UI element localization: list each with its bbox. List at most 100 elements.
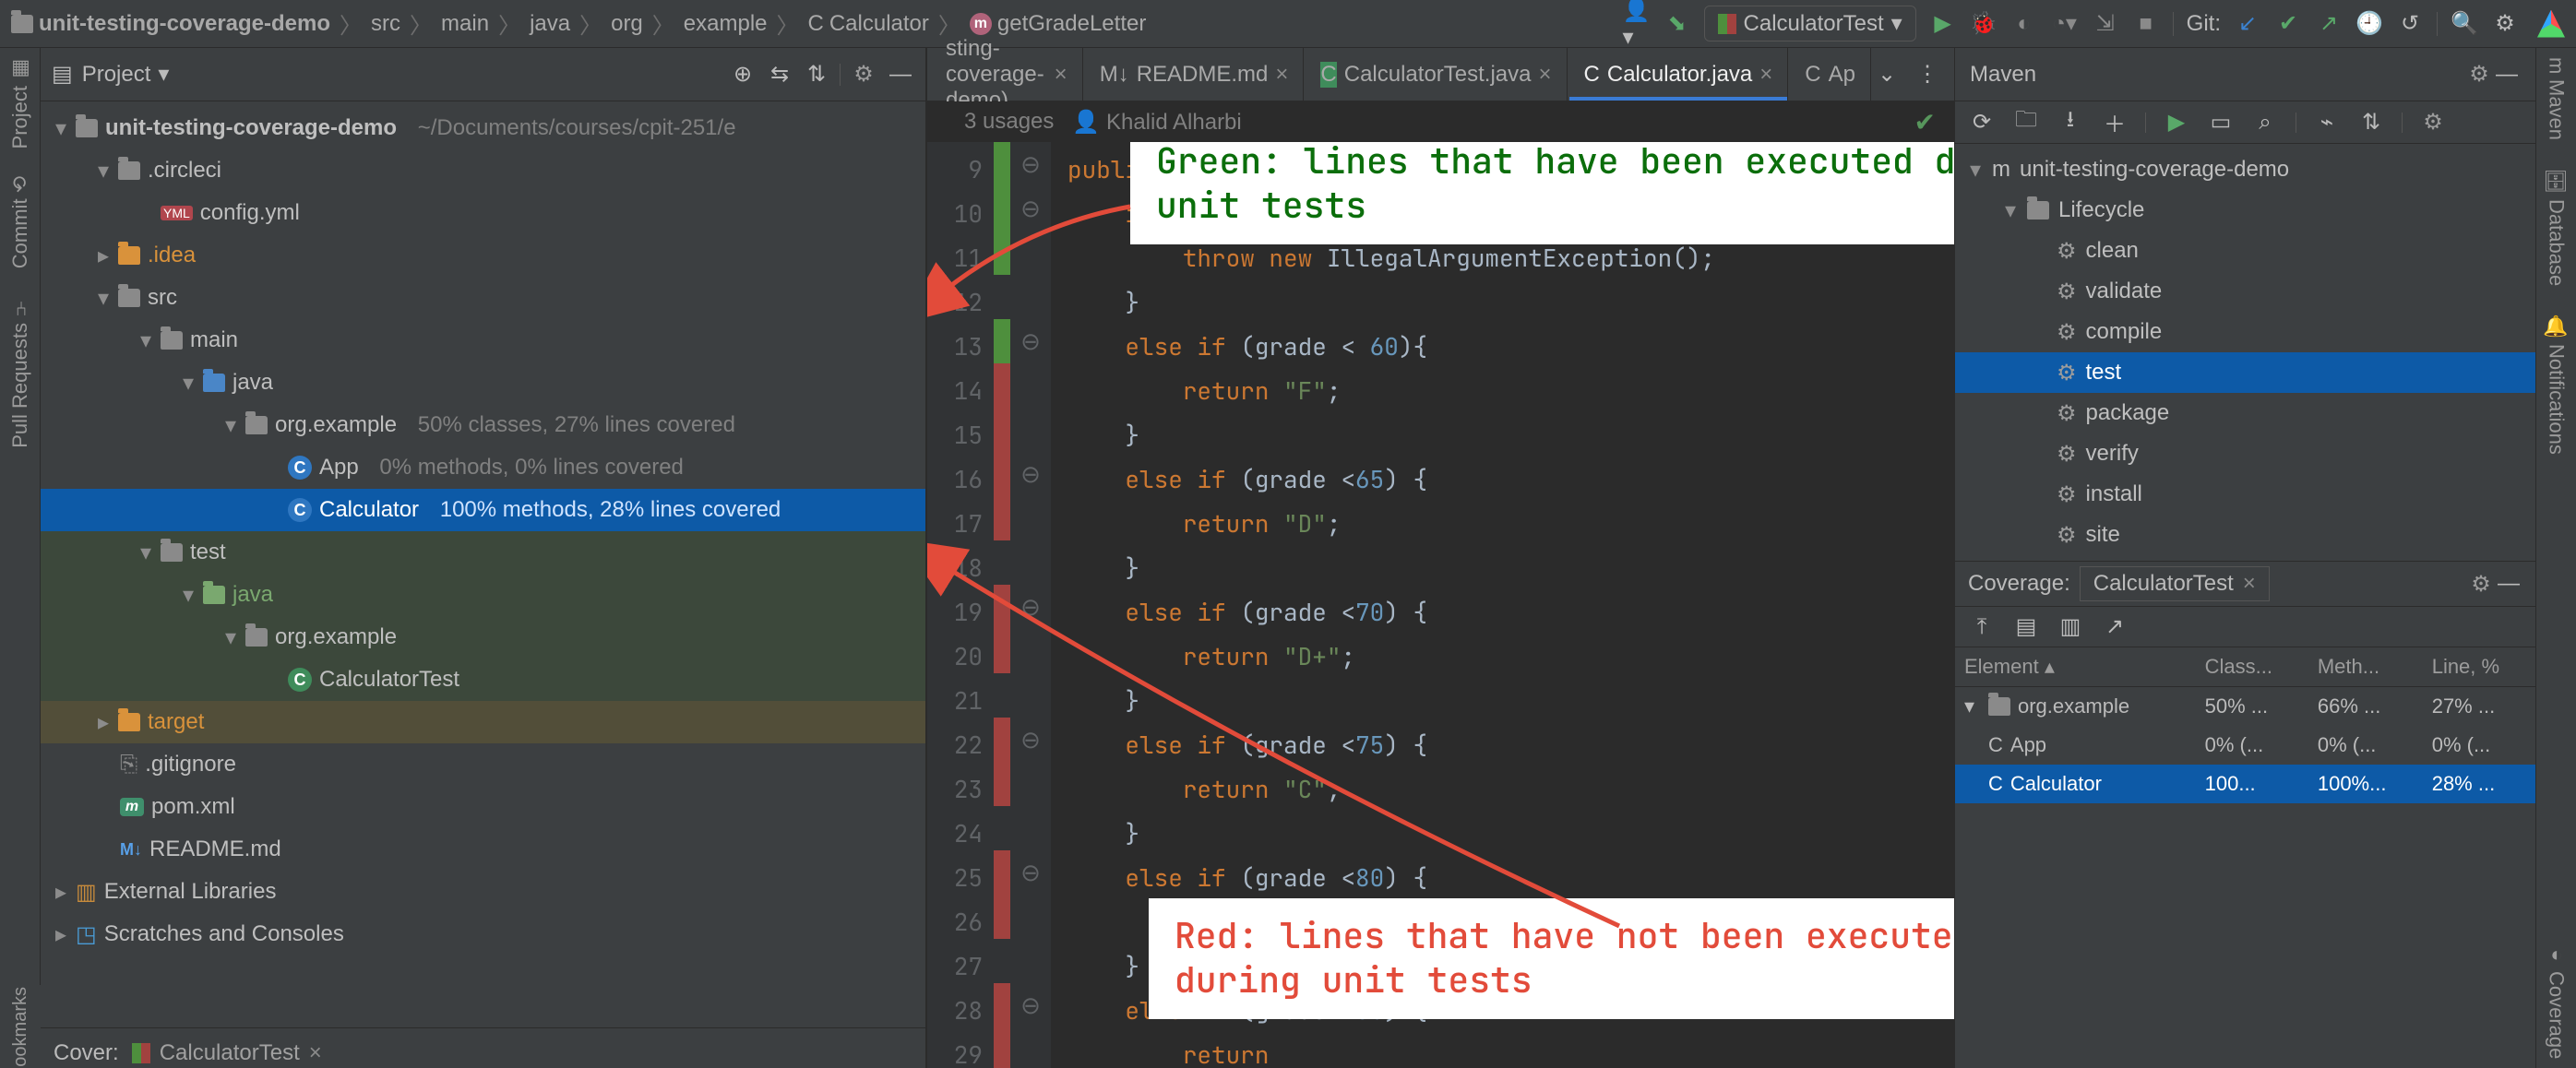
generate-sources-icon[interactable]: 🗀	[2012, 109, 2040, 136]
git-rollback-icon[interactable]: ↺	[2396, 10, 2424, 38]
author-hint[interactable]: 👤 Khalid Alharbi	[1072, 109, 1241, 136]
maven-goal-verify[interactable]: ⚙verify	[1955, 433, 2535, 474]
close-icon[interactable]: ×	[2243, 571, 2256, 597]
tree-pkg-test[interactable]: ▾org.example	[41, 616, 925, 659]
problems-ok-icon[interactable]: ✔	[1914, 107, 1936, 137]
tabs-more-icon[interactable]: ⋮	[1914, 61, 1941, 89]
tree-gitignore[interactable]: ⎘.gitignore	[41, 743, 925, 786]
coverage-col-method[interactable]: Meth...	[2308, 647, 2423, 687]
export-icon[interactable]: ↗	[2101, 613, 2129, 641]
profile-icon[interactable]: ◔▾	[2051, 10, 2079, 38]
tree-app[interactable]: CApp 0% methods, 0% lines covered	[41, 446, 925, 489]
breadcrumb-main[interactable]: main	[441, 11, 489, 37]
maven-settings-icon[interactable]: ⚙	[2419, 109, 2447, 136]
user-icon[interactable]: 👤▾	[1623, 10, 1651, 38]
close-icon[interactable]: ×	[1759, 62, 1772, 88]
tool-pull-requests[interactable]: Pull Requests ⑂	[8, 297, 32, 448]
tab-readme[interactable]: M↓README.md×	[1085, 48, 1305, 101]
tree-configyml[interactable]: YMLconfig.yml	[41, 192, 925, 234]
execute-goal-icon[interactable]: ▭	[2207, 109, 2235, 136]
tree-calculator[interactable]: CCalculator 100% methods, 28% lines cove…	[41, 489, 925, 531]
tool-commit[interactable]: Commit ⟲	[8, 176, 32, 268]
tree-test[interactable]: ▾test	[41, 531, 925, 574]
coverage-table[interactable]: Element ▴ Class... Meth... Line, % ▾org.…	[1955, 647, 2535, 803]
tree-pom[interactable]: mpom.xml	[41, 786, 925, 828]
breadcrumb-src[interactable]: src	[371, 11, 400, 37]
tree-java-test[interactable]: ▾java	[41, 574, 925, 616]
maven-goal-site[interactable]: ⚙site	[1955, 515, 2535, 555]
close-icon[interactable]: ×	[1539, 62, 1552, 88]
breadcrumb-method[interactable]: mgetGradeLetter	[970, 11, 1146, 37]
maven-goal-package[interactable]: ⚙package	[1955, 393, 2535, 433]
tool-maven[interactable]: m Maven	[2545, 57, 2569, 140]
tab-project-build[interactable]: sting-coverage-demo)×	[931, 48, 1083, 101]
project-tree[interactable]: ▾unit-testing-coverage-demo ~/Documents/…	[41, 101, 925, 1027]
tool-project[interactable]: Project ▦	[8, 57, 32, 148]
toggle-skip-tests-icon[interactable]: ⌕	[2251, 109, 2279, 136]
settings-gear-icon[interactable]: ⚙	[2491, 10, 2519, 38]
panel-settings-icon[interactable]: ⚙	[2467, 570, 2495, 598]
line-number-gutter[interactable]: 9101112131415161718192021222324252627282…	[927, 142, 994, 1068]
breadcrumb-java[interactable]: java	[530, 11, 570, 37]
filter-icon[interactable]: ▥	[2057, 613, 2084, 641]
tree-pkg[interactable]: ▾org.example 50% classes, 27% lines cove…	[41, 404, 925, 446]
panel-settings-icon[interactable]: ⚙	[2465, 61, 2493, 89]
locate-icon[interactable]: ⊕	[729, 61, 757, 89]
panel-settings-icon[interactable]: ⚙	[850, 61, 877, 89]
tree-idea[interactable]: ▸.idea	[41, 234, 925, 277]
tree-scratches[interactable]: ▸◳Scratches and Consoles	[41, 913, 925, 955]
tree-calctest[interactable]: CCalculatorTest	[41, 659, 925, 701]
tree-external-libraries[interactable]: ▸▥External Libraries	[41, 871, 925, 913]
run-icon[interactable]: ▶	[1929, 10, 1957, 38]
tab-calculator[interactable]: CCalculator.java×	[1569, 48, 1789, 101]
code-text[interactable]: public String getGradeLetter(int grade){…	[1051, 142, 1954, 1068]
coverage-run-icon[interactable]: ◐	[2010, 10, 2038, 38]
cover-run-chip[interactable]: CalculatorTest ×	[132, 1040, 322, 1066]
breadcrumb-org[interactable]: org	[611, 11, 643, 37]
reload-icon[interactable]: ⟳	[1968, 109, 1996, 136]
usages-hint[interactable]: 3 usages	[964, 109, 1054, 136]
folding-gutter[interactable]: ⊖⊖⊖⊖⊖⊖⊖⊖	[1010, 142, 1051, 1068]
breadcrumb-project[interactable]: unit-testing-coverage-demo	[11, 11, 330, 37]
collapse-all-icon[interactable]: ⇅	[803, 61, 830, 89]
flatten-icon[interactable]: ▤	[2012, 613, 2040, 641]
coverage-row[interactable]: CApp0% (...0% (...0% (...	[1955, 726, 2535, 765]
maven-goal-validate[interactable]: ⚙validate	[1955, 271, 2535, 312]
tabs-dropdown-icon[interactable]: ⌄	[1873, 61, 1901, 89]
breadcrumb-example[interactable]: example	[684, 11, 768, 37]
coverage-row[interactable]: CCalculator100...100%...28% ...	[1955, 765, 2535, 803]
maven-goal-compile[interactable]: ⚙compile	[1955, 312, 2535, 352]
coverage-gutter[interactable]	[994, 142, 1010, 1068]
panel-hide-icon[interactable]: —	[2493, 61, 2521, 89]
tool-coverage[interactable]: ◐ Coverage	[2545, 943, 2569, 1059]
maven-tree[interactable]: ▾munit-testing-coverage-demo ▾Lifecycle …	[1955, 144, 2535, 561]
tab-app[interactable]: CAp	[1790, 48, 1871, 101]
download-sources-icon[interactable]: ⭳	[2057, 109, 2084, 136]
debug-icon[interactable]: 🐞	[1970, 10, 1998, 38]
maven-root[interactable]: ▾munit-testing-coverage-demo	[1955, 149, 2535, 190]
tree-java-main[interactable]: ▾java	[41, 362, 925, 404]
git-update-icon[interactable]: ↙	[2234, 10, 2261, 38]
maven-goal-test[interactable]: ⚙test	[1955, 352, 2535, 393]
tool-notifications[interactable]: 🔔 Notifications	[2545, 314, 2569, 456]
tree-circleci[interactable]: ▾.circleci	[41, 149, 925, 192]
close-icon[interactable]: ×	[1275, 62, 1288, 88]
git-commit-icon[interactable]: ✔	[2274, 10, 2302, 38]
git-history-icon[interactable]: 🕘	[2355, 10, 2383, 38]
stop-icon[interactable]: ■	[2132, 10, 2160, 38]
tool-bookmarks[interactable]: ookmarks	[0, 985, 41, 1068]
coverage-col-line[interactable]: Line, %	[2423, 647, 2535, 687]
tree-main[interactable]: ▾main	[41, 319, 925, 362]
maven-goal-install[interactable]: ⚙install	[1955, 474, 2535, 515]
tree-readme[interactable]: M↓README.md	[41, 828, 925, 871]
coverage-col-element[interactable]: Element ▴	[1955, 647, 2196, 687]
git-push-icon[interactable]: ↗	[2315, 10, 2343, 38]
run-config-selector[interactable]: CalculatorTest ▾	[1704, 6, 1916, 42]
tree-target[interactable]: ▸target	[41, 701, 925, 743]
tool-database[interactable]: 🗄 Database	[2545, 168, 2569, 286]
expand-all-icon[interactable]: ⇆	[766, 61, 793, 89]
build-hammer-icon[interactable]: ⬊	[1664, 10, 1691, 38]
tree-src[interactable]: ▾src	[41, 277, 925, 319]
panel-hide-icon[interactable]: —	[887, 61, 914, 89]
close-icon[interactable]: ×	[309, 1040, 322, 1066]
